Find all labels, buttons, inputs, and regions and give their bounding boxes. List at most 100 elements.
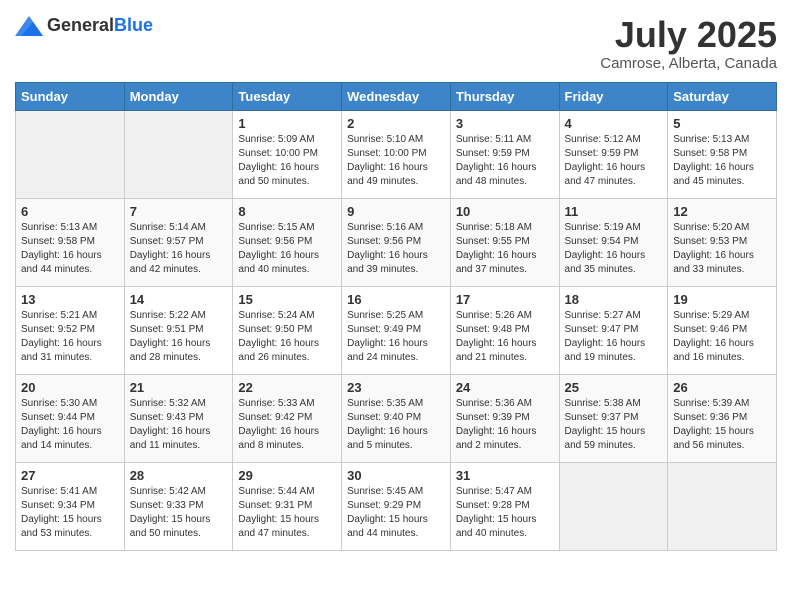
day-number: 5 xyxy=(673,116,771,131)
calendar-day-cell: 4 Sunrise: 5:12 AM Sunset: 9:59 PM Daylig… xyxy=(559,110,668,198)
day-info: Sunrise: 5:33 AM Sunset: 9:42 PM Dayligh… xyxy=(238,397,336,453)
day-number: 10 xyxy=(456,204,554,219)
day-info: Sunrise: 5:18 AM Sunset: 9:55 PM Dayligh… xyxy=(456,221,554,277)
day-number: 11 xyxy=(565,204,663,219)
calendar-day-cell xyxy=(668,462,777,550)
day-info: Sunrise: 5:35 AM Sunset: 9:40 PM Dayligh… xyxy=(347,397,445,453)
day-info: Sunrise: 5:36 AM Sunset: 9:39 PM Dayligh… xyxy=(456,397,554,453)
day-info: Sunrise: 5:15 AM Sunset: 9:56 PM Dayligh… xyxy=(238,221,336,277)
calendar-day-cell: 30 Sunrise: 5:45 AM Sunset: 9:29 PM Dayli… xyxy=(342,462,451,550)
day-info: Sunrise: 5:27 AM Sunset: 9:47 PM Dayligh… xyxy=(565,309,663,365)
calendar-day-cell: 2 Sunrise: 5:10 AM Sunset: 10:00 PM Dayli… xyxy=(342,110,451,198)
day-info: Sunrise: 5:09 AM Sunset: 10:00 PM Daylig… xyxy=(238,133,336,189)
day-info: Sunrise: 5:38 AM Sunset: 9:37 PM Dayligh… xyxy=(565,397,663,453)
day-number: 31 xyxy=(456,468,554,483)
calendar-day-cell: 14 Sunrise: 5:22 AM Sunset: 9:51 PM Dayli… xyxy=(124,286,233,374)
day-number: 13 xyxy=(21,292,119,307)
day-info: Sunrise: 5:32 AM Sunset: 9:43 PM Dayligh… xyxy=(130,397,228,453)
calendar-day-cell: 6 Sunrise: 5:13 AM Sunset: 9:58 PM Daylig… xyxy=(16,198,125,286)
day-number: 14 xyxy=(130,292,228,307)
calendar-day-cell: 20 Sunrise: 5:30 AM Sunset: 9:44 PM Dayli… xyxy=(16,374,125,462)
calendar-day-cell: 21 Sunrise: 5:32 AM Sunset: 9:43 PM Dayli… xyxy=(124,374,233,462)
calendar-day-cell: 18 Sunrise: 5:27 AM Sunset: 9:47 PM Dayli… xyxy=(559,286,668,374)
day-number: 23 xyxy=(347,380,445,395)
day-info: Sunrise: 5:42 AM Sunset: 9:33 PM Dayligh… xyxy=(130,485,228,541)
day-info: Sunrise: 5:10 AM Sunset: 10:00 PM Daylig… xyxy=(347,133,445,189)
calendar-day-cell: 1 Sunrise: 5:09 AM Sunset: 10:00 PM Dayli… xyxy=(233,110,342,198)
logo-general: General xyxy=(47,15,114,35)
weekday-header: Monday xyxy=(124,82,233,110)
month-title: July 2025 xyxy=(600,15,777,55)
day-number: 18 xyxy=(565,292,663,307)
day-number: 1 xyxy=(238,116,336,131)
day-number: 2 xyxy=(347,116,445,131)
day-info: Sunrise: 5:11 AM Sunset: 9:59 PM Dayligh… xyxy=(456,133,554,189)
calendar-day-cell xyxy=(16,110,125,198)
day-info: Sunrise: 5:30 AM Sunset: 9:44 PM Dayligh… xyxy=(21,397,119,453)
calendar-day-cell: 10 Sunrise: 5:18 AM Sunset: 9:55 PM Dayli… xyxy=(450,198,559,286)
day-info: Sunrise: 5:44 AM Sunset: 9:31 PM Dayligh… xyxy=(238,485,336,541)
calendar-day-cell: 17 Sunrise: 5:26 AM Sunset: 9:48 PM Dayli… xyxy=(450,286,559,374)
weekday-header: Thursday xyxy=(450,82,559,110)
calendar-day-cell xyxy=(124,110,233,198)
day-number: 25 xyxy=(565,380,663,395)
calendar-day-cell: 9 Sunrise: 5:16 AM Sunset: 9:56 PM Daylig… xyxy=(342,198,451,286)
logo: GeneralBlue xyxy=(15,15,153,36)
calendar-day-cell: 13Sunrise: 5:21 AM Sunset: 9:52 PM Dayli… xyxy=(16,286,125,374)
calendar-day-cell: 5Sunrise: 5:13 AM Sunset: 9:58 PM Daylig… xyxy=(668,110,777,198)
day-number: 19 xyxy=(673,292,771,307)
logo-text: GeneralBlue xyxy=(47,15,153,36)
day-number: 4 xyxy=(565,116,663,131)
day-number: 17 xyxy=(456,292,554,307)
day-info: Sunrise: 5:12 AM Sunset: 9:59 PM Dayligh… xyxy=(565,133,663,189)
day-info: Sunrise: 5:26 AM Sunset: 9:48 PM Dayligh… xyxy=(456,309,554,365)
calendar-week-row: 1 Sunrise: 5:09 AM Sunset: 10:00 PM Dayli… xyxy=(16,110,777,198)
day-number: 15 xyxy=(238,292,336,307)
day-info: Sunrise: 5:41 AM Sunset: 9:34 PM Dayligh… xyxy=(21,485,119,541)
calendar-day-cell: 7Sunrise: 5:14 AM Sunset: 9:57 PM Daylig… xyxy=(124,198,233,286)
day-info: Sunrise: 5:45 AM Sunset: 9:29 PM Dayligh… xyxy=(347,485,445,541)
logo-blue: Blue xyxy=(114,15,153,35)
day-number: 29 xyxy=(238,468,336,483)
weekday-header: Saturday xyxy=(668,82,777,110)
day-info: Sunrise: 5:16 AM Sunset: 9:56 PM Dayligh… xyxy=(347,221,445,277)
calendar-table: SundayMondayTuesdayWednesdayThursdayFrid… xyxy=(15,82,777,551)
day-number: 3 xyxy=(456,116,554,131)
weekday-header: Wednesday xyxy=(342,82,451,110)
calendar-day-cell: 8 Sunrise: 5:15 AM Sunset: 9:56 PM Daylig… xyxy=(233,198,342,286)
day-number: 20 xyxy=(21,380,119,395)
day-number: 21 xyxy=(130,380,228,395)
day-number: 16 xyxy=(347,292,445,307)
day-number: 22 xyxy=(238,380,336,395)
day-number: 24 xyxy=(456,380,554,395)
calendar-day-cell: 15Sunrise: 5:24 AM Sunset: 9:50 PM Dayli… xyxy=(233,286,342,374)
calendar-week-row: 6 Sunrise: 5:13 AM Sunset: 9:58 PM Daylig… xyxy=(16,198,777,286)
page-header: GeneralBlue July 2025 Camrose, Alberta, … xyxy=(15,15,777,72)
calendar-day-cell: 25 Sunrise: 5:38 AM Sunset: 9:37 PM Dayli… xyxy=(559,374,668,462)
calendar-week-row: 20 Sunrise: 5:30 AM Sunset: 9:44 PM Dayli… xyxy=(16,374,777,462)
day-info: Sunrise: 5:25 AM Sunset: 9:49 PM Dayligh… xyxy=(347,309,445,365)
calendar-day-cell: 23 Sunrise: 5:35 AM Sunset: 9:40 PM Dayli… xyxy=(342,374,451,462)
calendar-day-cell: 11Sunrise: 5:19 AM Sunset: 9:54 PM Dayli… xyxy=(559,198,668,286)
calendar-day-cell: 3 Sunrise: 5:11 AM Sunset: 9:59 PM Daylig… xyxy=(450,110,559,198)
day-number: 30 xyxy=(347,468,445,483)
calendar-day-cell xyxy=(559,462,668,550)
day-number: 28 xyxy=(130,468,228,483)
day-number: 9 xyxy=(347,204,445,219)
weekday-header: Sunday xyxy=(16,82,125,110)
calendar-day-cell: 22 Sunrise: 5:33 AM Sunset: 9:42 PM Dayli… xyxy=(233,374,342,462)
day-info: Sunrise: 5:39 AM Sunset: 9:36 PM Dayligh… xyxy=(673,397,771,453)
day-number: 12 xyxy=(673,204,771,219)
day-info: Sunrise: 5:13 AM Sunset: 9:58 PM Dayligh… xyxy=(21,221,119,277)
calendar-week-row: 27Sunrise: 5:41 AM Sunset: 9:34 PM Dayli… xyxy=(16,462,777,550)
calendar-day-cell: 29 Sunrise: 5:44 AM Sunset: 9:31 PM Dayli… xyxy=(233,462,342,550)
day-info: Sunrise: 5:22 AM Sunset: 9:51 PM Dayligh… xyxy=(130,309,228,365)
calendar-day-cell: 24 Sunrise: 5:36 AM Sunset: 9:39 PM Dayli… xyxy=(450,374,559,462)
day-number: 6 xyxy=(21,204,119,219)
day-info: Sunrise: 5:29 AM Sunset: 9:46 PM Dayligh… xyxy=(673,309,771,365)
day-number: 8 xyxy=(238,204,336,219)
weekday-header-row: SundayMondayTuesdayWednesdayThursdayFrid… xyxy=(16,82,777,110)
location-title: Camrose, Alberta, Canada xyxy=(600,55,777,72)
day-info: Sunrise: 5:20 AM Sunset: 9:53 PM Dayligh… xyxy=(673,221,771,277)
calendar-day-cell: 26Sunrise: 5:39 AM Sunset: 9:36 PM Dayli… xyxy=(668,374,777,462)
